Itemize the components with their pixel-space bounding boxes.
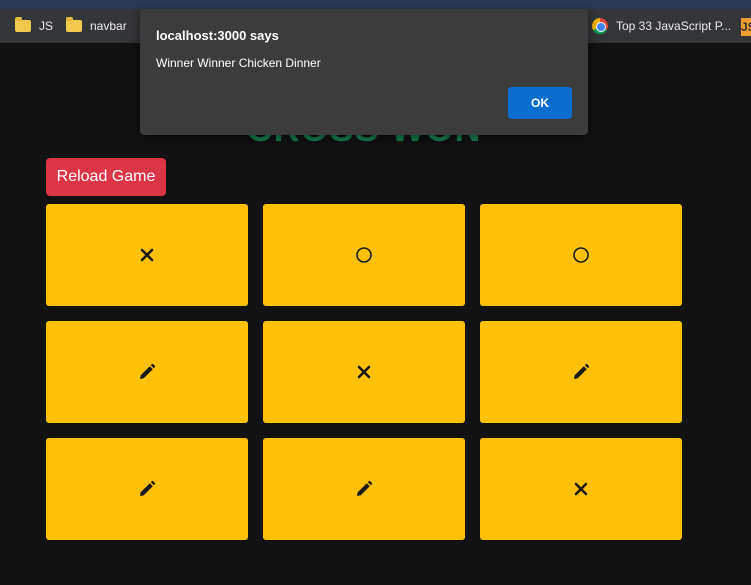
pencil-icon	[138, 480, 156, 498]
cross-icon	[574, 482, 588, 496]
board-cell-2[interactable]	[263, 204, 465, 306]
board-cell-5[interactable]	[263, 321, 465, 423]
bookmark-label: JS	[39, 19, 54, 33]
pencil-icon	[572, 363, 590, 381]
circle-icon	[355, 246, 373, 264]
pencil-icon	[138, 363, 156, 381]
folder-icon	[15, 17, 31, 32]
bookmark-js[interactable]: JS	[15, 9, 53, 43]
board-cell-4[interactable]	[46, 321, 248, 423]
ok-button[interactable]: OK	[508, 87, 572, 119]
dialog-message: Winner Winner Chicken Dinner	[156, 56, 321, 70]
bookmark-navbar[interactable]: navbar	[66, 9, 127, 43]
chrome-icon	[592, 18, 608, 34]
board-cell-1[interactable]	[46, 204, 248, 306]
board-cell-8[interactable]	[263, 438, 465, 540]
board-cell-3[interactable]	[480, 204, 682, 306]
game-board	[46, 204, 682, 540]
folder-icon	[66, 17, 82, 32]
bookmark-top-33-javascript[interactable]: Top 33 JavaScript P...	[592, 9, 731, 43]
js-bookmark-overflow[interactable]: JS	[741, 18, 751, 36]
cross-icon	[357, 365, 371, 379]
board-cell-9[interactable]	[480, 438, 682, 540]
bookmark-label: Top 33 JavaScript P...	[616, 19, 732, 33]
board-cell-6[interactable]	[480, 321, 682, 423]
cross-icon	[140, 248, 154, 262]
alert-dialog: localhost:3000 says Winner Winner Chicke…	[140, 9, 588, 135]
reload-game-button[interactable]: Reload Game	[46, 158, 166, 196]
pencil-icon	[355, 480, 373, 498]
bookmark-label: navbar	[90, 19, 127, 33]
dialog-title: localhost:3000 says	[156, 28, 279, 43]
circle-icon	[572, 246, 590, 264]
board-cell-7[interactable]	[46, 438, 248, 540]
